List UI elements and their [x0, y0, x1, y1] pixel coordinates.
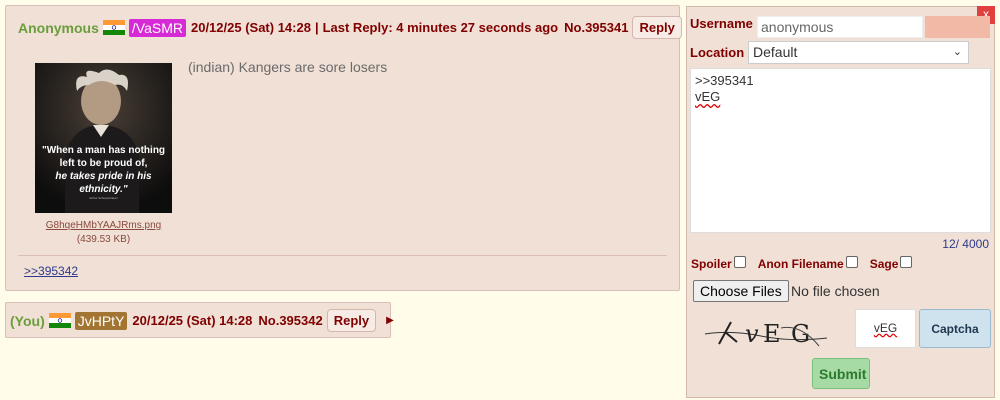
location-label: Location [690, 45, 745, 60]
post-number-link[interactable]: No.395341 [564, 20, 628, 35]
submit-button[interactable]: Submit [812, 358, 870, 389]
india-flag-icon [48, 313, 71, 328]
reply-form: x Username Location Default ⌄ >>395341 v… [686, 6, 995, 398]
post-number-link[interactable]: No.395342 [258, 313, 322, 328]
quote-line: ethnicity." [79, 184, 128, 195]
location-value: Default [753, 44, 798, 60]
svg-text:v: v [745, 320, 759, 348]
post-datetime: 20/12/25 (Sat) 14:28 [190, 20, 311, 35]
file-name-link[interactable]: G8hqeHMbYAAJRms.png [35, 220, 172, 231]
thumbnail-quote: "When a man has nothing left to be proud… [35, 144, 172, 201]
poster-id-badge[interactable]: /VaSMR [128, 18, 186, 37]
svg-text:E: E [763, 320, 781, 348]
anon-filename-label: Anon Filename [757, 257, 844, 271]
spoiler-label: Spoiler [691, 257, 732, 271]
captcha-image: v E G [704, 320, 828, 348]
post-header: Anonymous /VaSMR 20/12/25 (Sat) 14:28 | … [18, 16, 700, 39]
india-flag-icon [102, 20, 125, 35]
comment-line: vEG [695, 89, 721, 104]
file-size: (439.53 KB) [76, 234, 131, 245]
quote-line: he takes pride in his [55, 171, 152, 182]
no-file-status: No file chosen [791, 283, 880, 299]
divider [18, 255, 667, 256]
reply-post: (You) JvHPtY 20/12/25 (Sat) 14:28 No.395… [5, 302, 394, 338]
char-counter: 12/ 4000 [942, 237, 989, 251]
username-field[interactable] [757, 16, 923, 38]
comment-line: >>395341 [695, 73, 754, 88]
post-datetime: 20/12/25 (Sat) 14:28 [132, 313, 253, 328]
quote-line: "When a man has nothing [41, 145, 166, 156]
backlink[interactable]: >>395342 [24, 264, 78, 278]
post-menu-arrow-icon[interactable]: ▶ [386, 315, 394, 326]
quote-line: left to be proud of, [59, 158, 148, 169]
attachment-thumbnail[interactable]: "When a man has nothing left to be proud… [35, 63, 172, 213]
captcha-input-value: vEG [873, 321, 898, 335]
captcha-input[interactable]: vEG [855, 309, 916, 348]
quote-attribution: Arthur Schopenhauer [89, 196, 118, 200]
chevron-down-icon: ⌄ [952, 46, 962, 58]
reply-button[interactable]: Reply [632, 16, 682, 39]
sage-label: Sage [869, 257, 899, 271]
file-attachment: "When a man has nothing left to be proud… [35, 63, 172, 245]
poster-id-badge[interactable]: JvHPtY [74, 311, 128, 330]
spoiler-checkbox[interactable] [733, 256, 746, 268]
choose-files-button[interactable]: Choose Files [693, 280, 789, 302]
username-label: Username [690, 16, 753, 31]
sage-checkbox[interactable] [900, 256, 913, 268]
header-separator: | [314, 20, 319, 35]
poster-name: Anonymous [18, 19, 99, 36]
you-label: (You) [10, 312, 45, 329]
post-options: Spoiler Anon Filename Sage [691, 256, 924, 271]
captcha-button[interactable]: Captcha [919, 309, 991, 348]
anon-filename-checkbox[interactable] [845, 256, 858, 268]
location-select[interactable]: Default ⌄ [748, 41, 969, 64]
reply-button[interactable]: Reply [326, 309, 377, 332]
last-reply-info: Last Reply: 4 minutes 27 seconds ago [322, 20, 559, 35]
post-header: (You) JvHPtY 20/12/25 (Sat) 14:28 No.395… [10, 309, 394, 332]
comment-textarea[interactable]: >>395341 vEG [690, 68, 991, 233]
post-body: (indian) Kangers are sore losers [188, 59, 388, 75]
username-indicator [925, 16, 990, 38]
op-post: Anonymous /VaSMR 20/12/25 (Sat) 14:28 | … [5, 5, 700, 291]
